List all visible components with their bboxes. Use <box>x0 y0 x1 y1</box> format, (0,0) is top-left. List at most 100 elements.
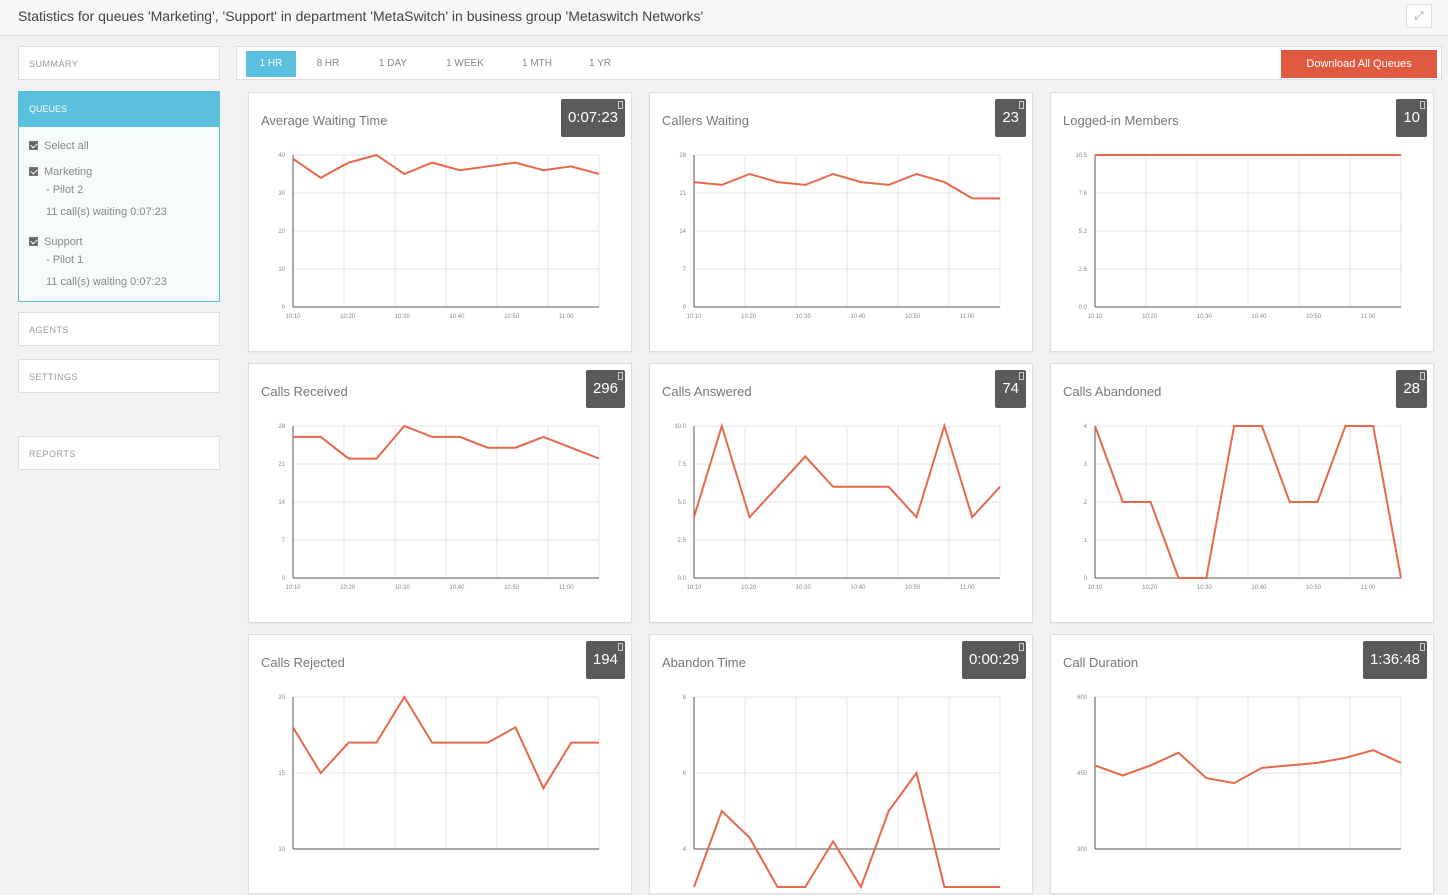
x-tick-label: 10:50 <box>905 314 921 320</box>
x-tick-label: 11:00 <box>1361 314 1376 320</box>
card-value-badge: 296 <box>585 370 625 408</box>
range-1week-button[interactable]: 1 WEEK <box>433 51 497 77</box>
y-tick-label: 4 <box>683 847 687 853</box>
sidebar-item-settings[interactable]: SETTINGS <box>18 359 220 393</box>
call-duration-card: 300 450 600 Call Duration 1:36:48 <box>1050 634 1434 894</box>
x-tick-label: 10:40 <box>449 585 465 591</box>
x-tick-label: 10:50 <box>905 585 921 591</box>
y-tick-label: 40 <box>278 153 285 159</box>
y-tick-label: 2.5 <box>678 538 687 544</box>
line-chart: 0 7 14 21 28 10:10 10:20 10:30 10:40 10:50 11:00 <box>278 424 600 591</box>
y-tick-label: 7.5 <box>678 462 687 468</box>
logged-in-members-card: 0.0 2.6 5.2 7.8 10.5 10:10 10:20 10:30 10:40 10:5… <box>1050 92 1434 352</box>
x-tick-label: 10:50 <box>1306 585 1322 591</box>
line-chart: 0.0 2.6 5.2 7.8 10.5 10:10 10:20 10:30 10:40 10:5… <box>1075 153 1402 320</box>
top-bar: Statistics for queues 'Marketing', 'Supp… <box>0 0 1448 36</box>
y-tick-label: 0.0 <box>678 576 687 582</box>
x-tick-label: 10:50 <box>504 585 520 591</box>
y-tick-label: 20 <box>278 229 285 235</box>
y-tick-label: 30 <box>278 191 285 197</box>
sidebar-item-reports[interactable]: REPORTS <box>18 436 220 470</box>
sidebar-queues-panel: QUEUES Select all Marketing - Pilot 2 11… <box>18 91 220 302</box>
abandon-time-card: 4 6 8 Abandon Time 0:00:29 <box>649 634 1033 894</box>
x-tick-label: 10:20 <box>741 314 757 320</box>
y-tick-label: 450 <box>1077 771 1088 777</box>
x-tick-label: 11:00 <box>559 314 574 320</box>
card-value-badge: 10 <box>1396 99 1427 137</box>
y-tick-label: 7 <box>282 538 286 544</box>
avg-waiting-time-card: 0 10 20 30 40 10:10 10:20 10:30 10:40 10:50 11:00 A… <box>248 92 632 352</box>
select-all-label: Select all <box>44 140 89 152</box>
time-range-toolbar: 1 HR 8 HR 1 DAY 1 WEEK 1 MTH 1 YR Downlo… <box>236 46 1442 80</box>
card-value-badge: 0:00:29 <box>961 641 1026 679</box>
y-tick-label: 2.6 <box>1079 267 1088 273</box>
y-tick-label: 6 <box>683 771 687 777</box>
range-1hr-button[interactable]: 1 HR <box>246 51 296 77</box>
y-tick-label: 8 <box>683 695 687 701</box>
x-tick-label: 11:00 <box>1361 585 1376 591</box>
line-chart: 10 15 20 <box>278 695 600 853</box>
card-title: Call Duration <box>1063 655 1139 670</box>
sidebar-item-summary[interactable]: SUMMARY <box>18 46 220 80</box>
x-tick-label: 10:30 <box>1197 314 1213 320</box>
range-8hr-button[interactable]: 8 HR <box>303 51 353 77</box>
x-tick-label: 10:10 <box>285 314 301 320</box>
y-tick-label: 14 <box>278 500 285 506</box>
y-tick-label: 0 <box>282 305 286 311</box>
x-tick-label: 10:40 <box>850 314 866 320</box>
checkbox-icon <box>29 141 38 150</box>
x-tick-label: 10:10 <box>1087 314 1103 320</box>
select-all-checkbox[interactable]: Select all <box>29 137 211 155</box>
queue-pilot: - Pilot 1 <box>46 254 84 266</box>
y-tick-label: 1 <box>1084 538 1088 544</box>
card-value-badge: 1:36:48 <box>1362 641 1427 679</box>
x-tick-label: 10:30 <box>796 314 812 320</box>
y-tick-label: 21 <box>278 462 285 468</box>
card-title: Callers Waiting <box>662 113 749 128</box>
sidebar-item-queues[interactable]: QUEUES <box>19 92 219 127</box>
card-title: Logged-in Members <box>1063 113 1179 128</box>
y-tick-label: 0.0 <box>1079 305 1088 311</box>
y-tick-label: 0 <box>683 305 687 311</box>
x-tick-label: 11:00 <box>960 585 975 591</box>
queue-waiting-status: 11 call(s) waiting 0:07:23 <box>46 276 167 288</box>
x-tick-label: 10:10 <box>285 585 301 591</box>
calls-abandoned-card: 0 1 2 3 4 10:10 10:20 10:30 10:40 10:50 11:00 Calls… <box>1050 363 1434 623</box>
queue-pilot: - Pilot 2 <box>46 184 84 196</box>
x-tick-label: 10:10 <box>1087 585 1103 591</box>
queue-waiting-status: 11 call(s) waiting 0:07:23 <box>46 206 167 218</box>
card-title: Average Waiting Time <box>261 113 388 128</box>
callers-waiting-card: 0 7 14 21 28 10:10 10:20 10:30 10:40 10:50 11:00 Ca… <box>649 92 1033 352</box>
expand-icon[interactable]: ⤢ <box>1406 4 1432 28</box>
y-tick-label: 10 <box>278 267 285 273</box>
x-tick-label: 11:00 <box>559 585 574 591</box>
sidebar-item-agents[interactable]: AGENTS <box>18 312 220 346</box>
line-chart: 0 7 14 21 28 10:10 10:20 10:30 10:40 10:50 11:00 <box>679 153 1001 320</box>
y-tick-label: 10.0 <box>674 424 686 430</box>
download-all-queues-button[interactable]: Download All Queues <box>1281 50 1437 78</box>
y-tick-label: 5.2 <box>1079 229 1088 235</box>
range-1mth-button[interactable]: 1 MTH <box>507 51 567 77</box>
queue-name: Marketing <box>44 166 93 178</box>
card-value-badge: 23 <box>995 99 1026 137</box>
x-tick-label: 10:20 <box>340 314 356 320</box>
x-tick-label: 10:40 <box>1251 314 1267 320</box>
range-1yr-button[interactable]: 1 YR <box>575 51 625 77</box>
card-title: Calls Answered <box>662 384 752 399</box>
x-tick-label: 10:50 <box>1306 314 1322 320</box>
card-title: Abandon Time <box>662 655 746 670</box>
sidebar: SUMMARY QUEUES Select all Marketing - Pi… <box>18 46 220 470</box>
queue-marketing-checkbox[interactable]: Marketing <box>29 163 211 181</box>
y-tick-label: 300 <box>1077 847 1088 853</box>
card-value-badge: 194 <box>585 641 625 679</box>
x-tick-label: 10:30 <box>395 585 411 591</box>
card-value-badge: 0:07:23 <box>560 99 625 137</box>
page-subtitle: Statistics for queues 'Marketing', 'Supp… <box>18 8 704 24</box>
queue-support-checkbox[interactable]: Support <box>29 233 211 251</box>
x-tick-label: 10:20 <box>1142 314 1158 320</box>
x-tick-label: 10:20 <box>741 585 757 591</box>
card-title: Calls Rejected <box>261 655 345 670</box>
y-tick-label: 5.0 <box>678 500 687 506</box>
range-1day-button[interactable]: 1 DAY <box>363 51 423 77</box>
y-tick-label: 0 <box>1084 576 1088 582</box>
